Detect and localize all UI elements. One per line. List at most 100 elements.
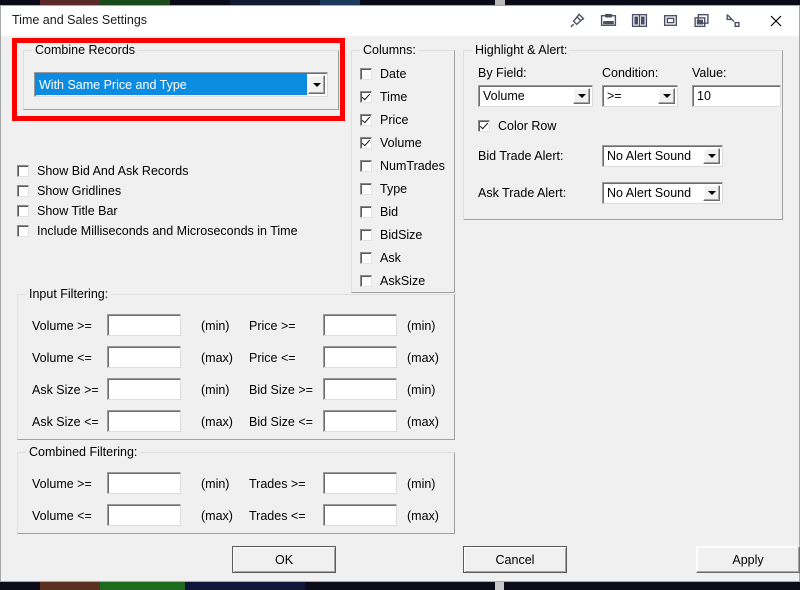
window-title: Time and Sales Settings <box>12 13 147 27</box>
checkbox-label: Type <box>380 182 407 196</box>
desktop-artifact <box>530 582 730 590</box>
split-horizontal-icon[interactable] <box>631 12 648 29</box>
input-filter-hint: (max) <box>201 351 233 365</box>
combined-filter-trades-min[interactable] <box>323 472 397 494</box>
checkbox-label: BidSize <box>380 228 422 242</box>
combined-filtering-legend: Combined Filtering: <box>26 445 140 459</box>
bid-trade-alert-dropdown-button[interactable] <box>703 148 720 164</box>
value-input[interactable] <box>692 85 781 107</box>
close-icon <box>769 14 783 28</box>
checkbox-box <box>17 185 29 197</box>
ask-trade-alert-label: Ask Trade Alert: <box>478 186 566 200</box>
column-checkbox-type[interactable]: Type <box>360 182 407 196</box>
input-filter-label: Bid Size <= <box>249 415 313 429</box>
checkbox-show-gridlines[interactable]: Show Gridlines <box>17 184 121 198</box>
input-filter-ask-size-min[interactable] <box>107 378 181 400</box>
bid-trade-alert-value: No Alert Sound <box>603 149 703 163</box>
close-button[interactable] <box>759 9 793 33</box>
checkbox-box <box>17 165 29 177</box>
dock-bottom-icon[interactable] <box>600 12 617 29</box>
checkbox-label: Show Gridlines <box>37 184 121 198</box>
column-checkbox-bidsize[interactable]: BidSize <box>360 228 422 242</box>
column-checkbox-time[interactable]: Time <box>360 90 407 104</box>
input-filter-hint: (max) <box>407 415 439 429</box>
highlight-alert-legend: Highlight & Alert: <box>472 43 570 57</box>
checkbox-box <box>360 206 372 218</box>
checkbox-box <box>360 183 372 195</box>
value-label: Value: <box>692 66 727 80</box>
condition-dropdown-button[interactable] <box>658 88 675 104</box>
input-filter-label: Price <= <box>249 351 296 365</box>
combined-filter-label: Trades <= <box>249 509 306 523</box>
input-filter-hint: (min) <box>201 319 229 333</box>
combined-filter-volume-min[interactable] <box>107 472 181 494</box>
input-filter-volume-min[interactable] <box>107 314 181 336</box>
column-checkbox-numtrades[interactable]: NumTrades <box>360 159 445 173</box>
checkbox-label: Show Bid And Ask Records <box>37 164 188 178</box>
column-checkbox-bid[interactable]: Bid <box>360 205 398 219</box>
by-field-dropdown-button[interactable] <box>573 88 590 104</box>
desktop-background-bottom <box>0 582 800 590</box>
column-checkbox-price[interactable]: Price <box>360 113 408 127</box>
combined-filter-label: Volume >= <box>32 477 92 491</box>
checkbox-include-milliseconds[interactable]: Include Milliseconds and Microseconds in… <box>17 224 298 238</box>
ask-trade-alert-value: No Alert Sound <box>603 186 703 200</box>
input-filter-hint: (min) <box>201 383 229 397</box>
column-checkbox-date[interactable]: Date <box>360 67 406 81</box>
chevron-down-icon <box>578 94 586 98</box>
checkbox-label: AskSize <box>380 274 425 288</box>
title-bar: Time and Sales Settings <box>1 6 799 36</box>
combine-records-dropdown[interactable]: With Same Price and Type <box>34 72 328 97</box>
checkbox-box <box>360 160 372 172</box>
single-window-icon[interactable] <box>662 12 679 29</box>
by-field-value: Volume <box>479 89 573 103</box>
combined-filter-hint: (min) <box>201 477 229 491</box>
combine-records-legend: Combine Records <box>32 43 138 57</box>
combined-filter-label: Trades >= <box>249 477 306 491</box>
checkbox-box <box>360 91 372 103</box>
combined-filter-trades-max[interactable] <box>323 504 397 526</box>
desktop-artifact <box>185 582 305 590</box>
combined-filter-volume-max[interactable] <box>107 504 181 526</box>
column-checkbox-ask[interactable]: Ask <box>360 251 401 265</box>
checkbox-box <box>360 252 372 264</box>
time-and-sales-settings-dialog: Time and Sales Settings <box>0 5 800 582</box>
checkbox-box <box>17 225 29 237</box>
by-field-dropdown[interactable]: Volume <box>478 85 593 107</box>
ask-trade-alert-dropdown[interactable]: No Alert Sound <box>602 182 723 204</box>
desktop-artifact <box>495 582 504 590</box>
pin-icon[interactable] <box>569 12 586 29</box>
detach-icon[interactable] <box>724 12 741 29</box>
combine-records-dropdown-button[interactable] <box>308 75 325 94</box>
input-filtering-group: Input Filtering: Volume >= (min) Price >… <box>17 294 455 440</box>
title-bar-icon-group <box>569 6 741 35</box>
cascade-windows-icon[interactable] <box>693 12 710 29</box>
column-checkbox-volume[interactable]: Volume <box>360 136 422 150</box>
combined-filter-hint: (max) <box>407 509 439 523</box>
input-filter-label: Volume <= <box>32 351 92 365</box>
input-filter-bid-size-max[interactable] <box>323 410 397 432</box>
input-filter-ask-size-max[interactable] <box>107 410 181 432</box>
checkbox-label: Ask <box>380 251 401 265</box>
combined-filter-hint: (max) <box>201 509 233 523</box>
ask-trade-alert-dropdown-button[interactable] <box>703 185 720 201</box>
apply-button[interactable]: Apply <box>696 546 800 573</box>
checkbox-show-bid-and-ask-records[interactable]: Show Bid And Ask Records <box>17 164 188 178</box>
cancel-button[interactable]: Cancel <box>463 546 567 573</box>
bid-trade-alert-dropdown[interactable]: No Alert Sound <box>602 145 723 167</box>
checkbox-color-row[interactable]: Color Row <box>478 119 556 133</box>
input-filter-volume-max[interactable] <box>107 346 181 368</box>
condition-dropdown[interactable]: >= <box>602 85 678 107</box>
input-filtering-legend: Input Filtering: <box>26 287 111 301</box>
input-filter-price-max[interactable] <box>323 346 397 368</box>
input-filter-price-min[interactable] <box>323 314 397 336</box>
input-filter-bid-size-min[interactable] <box>323 378 397 400</box>
highlight-and-alert-group: Highlight & Alert: By Field: Condition: … <box>463 50 783 220</box>
column-checkbox-asksize[interactable]: AskSize <box>360 274 425 288</box>
combined-filter-label: Volume <= <box>32 509 92 523</box>
input-filter-hint: (max) <box>201 415 233 429</box>
ok-button[interactable]: OK <box>232 546 336 573</box>
input-filter-label: Volume >= <box>32 319 92 333</box>
condition-value: >= <box>603 89 658 103</box>
checkbox-show-title-bar[interactable]: Show Title Bar <box>17 204 118 218</box>
